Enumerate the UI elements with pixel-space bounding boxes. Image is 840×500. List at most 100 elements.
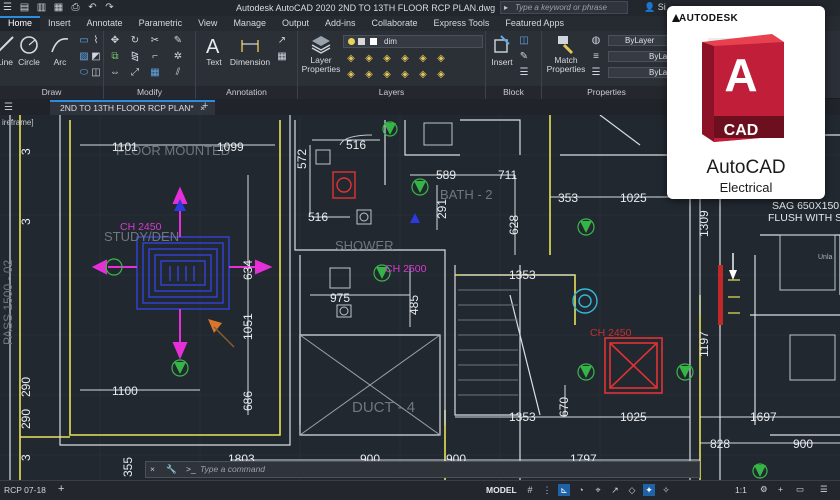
circle-button[interactable]: Circle xyxy=(16,34,42,67)
plus-icon[interactable]: + xyxy=(778,484,783,494)
arc-button[interactable]: Arc xyxy=(47,34,73,67)
help-search-input[interactable]: ▸ Type a keyword or phrase xyxy=(500,1,628,14)
ortho-icon[interactable]: ⊾ xyxy=(558,484,570,496)
layer-tool-icon[interactable]: ◈ xyxy=(363,53,375,65)
block-panel-title[interactable]: Block xyxy=(486,86,541,99)
snap-icon[interactable]: ⋮ xyxy=(541,484,553,496)
tab-insert[interactable]: Insert xyxy=(40,16,79,31)
scale-icon[interactable]: ⤢ xyxy=(129,67,141,79)
add-layout-icon[interactable]: + xyxy=(58,483,64,495)
tab-manage[interactable]: Manage xyxy=(225,16,274,31)
layer-tool-icon[interactable]: ◈ xyxy=(399,69,411,81)
hamburger-menu-icon[interactable]: ☰ xyxy=(4,102,13,113)
osnap-icon[interactable]: ⌖ xyxy=(592,484,604,496)
workspace-icon[interactable]: ✧ xyxy=(660,484,672,496)
redo-icon[interactable]: ↷ xyxy=(104,2,115,13)
rotate-icon[interactable]: ↻ xyxy=(129,35,141,47)
save-icon[interactable]: ▥ xyxy=(36,2,47,13)
edit-block-icon[interactable]: ✎ xyxy=(518,51,530,63)
layer-tool-icon[interactable]: ◈ xyxy=(435,53,447,65)
undo-icon[interactable]: ↶ xyxy=(87,2,98,13)
table-icon[interactable]: ▦ xyxy=(276,51,288,63)
linetype-icon[interactable]: ≡ xyxy=(590,51,602,63)
rectangle-icon[interactable]: ▭ xyxy=(78,35,90,47)
block-attribute-icon[interactable]: ☰ xyxy=(518,67,530,79)
new-tab-icon[interactable]: + xyxy=(202,100,208,112)
fillet-icon[interactable]: ⌐ xyxy=(149,51,161,63)
layer-tool-icon[interactable]: ◈ xyxy=(417,69,429,81)
layer-tool-icon[interactable]: ◈ xyxy=(345,69,357,81)
region-icon[interactable]: ◫ xyxy=(90,67,102,79)
modify-panel-title[interactable]: Modify xyxy=(104,86,195,99)
tab-express-tools[interactable]: Express Tools xyxy=(426,16,498,31)
array-icon[interactable]: ▦ xyxy=(149,67,161,79)
customize-menu-icon[interactable]: ☰ xyxy=(820,484,828,495)
tab-add-ins[interactable]: Add-ins xyxy=(317,16,364,31)
print-icon[interactable]: ⎙ xyxy=(70,2,81,13)
hatch-icon[interactable]: ▨ xyxy=(78,51,90,63)
insert-button[interactable]: Insert xyxy=(488,34,516,67)
tab-annotate[interactable]: Annotate xyxy=(79,16,131,31)
offset-icon[interactable]: ⫽ xyxy=(172,67,184,79)
trim-icon[interactable]: ✂ xyxy=(149,35,161,47)
properties-panel-title[interactable]: Properties xyxy=(542,86,671,99)
draw-panel-title[interactable]: Draw xyxy=(0,86,103,99)
model-space-toggle[interactable]: MODEL xyxy=(486,485,517,495)
stretch-icon[interactable]: ⇔ xyxy=(109,67,121,79)
tab-home[interactable]: Home xyxy=(0,16,41,31)
layer-tool-icon[interactable]: ◈ xyxy=(345,53,357,65)
open-icon[interactable]: ▤ xyxy=(19,2,30,13)
customize-icon[interactable]: 🔧 xyxy=(166,462,177,477)
tab-featured-apps[interactable]: Featured Apps xyxy=(497,16,572,31)
user-menu[interactable]: 👤 Si xyxy=(644,2,666,13)
annotation-panel-title[interactable]: Annotation xyxy=(196,86,297,99)
tab-parametric[interactable]: Parametric xyxy=(131,16,191,31)
polyline-icon[interactable]: ⌇ xyxy=(90,35,102,47)
otrack-icon[interactable]: ↗ xyxy=(609,484,621,496)
match-properties-button[interactable]: Match Properties xyxy=(546,33,586,74)
isodraft-icon[interactable]: ◇ xyxy=(626,484,638,496)
tab-collaborate[interactable]: Collaborate xyxy=(364,16,426,31)
file-tab[interactable]: 2ND TO 13TH FLOOR RCP PLAN* × xyxy=(50,100,216,115)
grid-icon[interactable]: # xyxy=(524,484,536,496)
polar-icon[interactable]: ◔ xyxy=(575,484,587,496)
menu-icon[interactable]: ☰ xyxy=(2,2,13,13)
layer-tool-icon[interactable]: ◈ xyxy=(399,53,411,65)
save-as-icon[interactable]: ▦ xyxy=(53,2,64,13)
layer-properties-button[interactable]: Layer Properties xyxy=(300,33,342,74)
viewport-controls[interactable]: ireframe] xyxy=(2,118,34,127)
text-button[interactable]: A Text xyxy=(200,34,228,67)
color-wheel-icon[interactable]: ◍ xyxy=(590,35,602,47)
color-dropdown[interactable]: ByLayer xyxy=(608,35,668,46)
explode-icon[interactable]: ✲ xyxy=(172,51,184,63)
layer-tool-icon[interactable]: ◈ xyxy=(417,53,429,65)
ellipse-icon[interactable]: ⬭ xyxy=(78,67,90,79)
erase-icon[interactable]: ✎ xyxy=(172,35,184,47)
mirror-icon[interactable]: ⧎ xyxy=(129,51,141,63)
tab-output[interactable]: Output xyxy=(274,16,317,31)
create-block-icon[interactable]: ◫ xyxy=(518,35,530,47)
command-line-input[interactable]: × 🔧 >_ Type a command xyxy=(145,461,700,478)
gradient-icon[interactable]: ◩ xyxy=(90,51,102,63)
list-icon[interactable]: ☰ xyxy=(590,67,602,79)
copy-icon[interactable]: ⧉ xyxy=(109,51,121,63)
layer-tool-icon[interactable]: ◈ xyxy=(435,69,447,81)
layer-tool-icon[interactable]: ◈ xyxy=(381,53,393,65)
layout-tab[interactable]: RCP 07-18 xyxy=(4,485,46,495)
dimension-button[interactable]: Dimension xyxy=(228,34,272,67)
layer-tool-icon[interactable]: ◈ xyxy=(363,69,375,81)
monitor-icon[interactable]: ▭ xyxy=(796,484,804,495)
layers-panel-title[interactable]: Layers xyxy=(298,86,485,99)
layer-tool-icon[interactable]: ◈ xyxy=(381,69,393,81)
lineweight-dropdown[interactable]: ByLay xyxy=(608,67,671,78)
tab-view[interactable]: View xyxy=(190,16,225,31)
gear-icon[interactable]: ⚙ xyxy=(760,484,768,495)
linetype-dropdown[interactable]: ByLaye xyxy=(608,51,676,62)
leader-icon[interactable]: ↗ xyxy=(276,35,288,47)
layer-dropdown[interactable]: dim xyxy=(343,35,483,48)
dim-1353a: 1353 xyxy=(509,268,536,282)
move-icon[interactable]: ✥ xyxy=(109,35,121,47)
close-command-icon[interactable]: × xyxy=(150,462,155,477)
scale-dropdown[interactable]: 1:1 xyxy=(735,485,747,495)
annotation-scale-icon[interactable]: ✦ xyxy=(643,484,655,496)
